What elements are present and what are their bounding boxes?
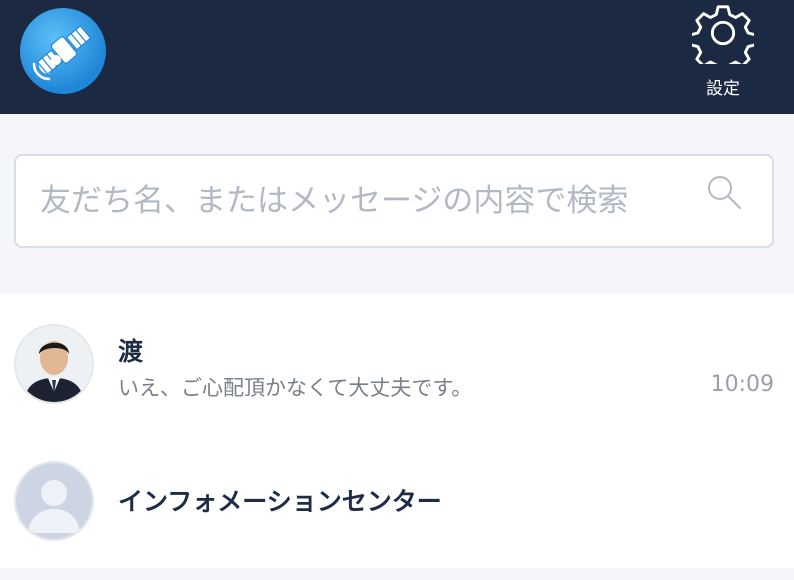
chat-preview: いえ、ご心配頂かなくて大丈夫です。	[118, 376, 473, 400]
satellite-icon[interactable]	[20, 8, 106, 94]
chat-list: 渡 いえ、ご心配頂かなくて大丈夫です。 10:09 インフォメーションセンター	[0, 294, 794, 568]
settings-button[interactable]: 設定	[684, 0, 762, 110]
chat-item[interactable]: 渡 いえ、ご心配頂かなくて大丈夫です。 10:09	[0, 294, 794, 424]
search-area	[0, 114, 794, 294]
list-footer	[0, 568, 794, 580]
app-header: 設定	[0, 0, 794, 114]
chat-name: 渡	[118, 337, 144, 366]
search-input[interactable]	[40, 176, 700, 226]
search-icon[interactable]	[704, 172, 744, 212]
gear-icon	[692, 5, 754, 64]
chat-item[interactable]: インフォメーションセンター	[0, 434, 794, 564]
chat-time: 10:09	[710, 372, 774, 397]
search-box[interactable]	[14, 154, 774, 248]
settings-label: 設定	[706, 79, 740, 99]
chat-name: インフォメーションセンター	[118, 487, 442, 516]
avatar	[14, 324, 94, 404]
default-avatar-icon	[14, 461, 94, 541]
